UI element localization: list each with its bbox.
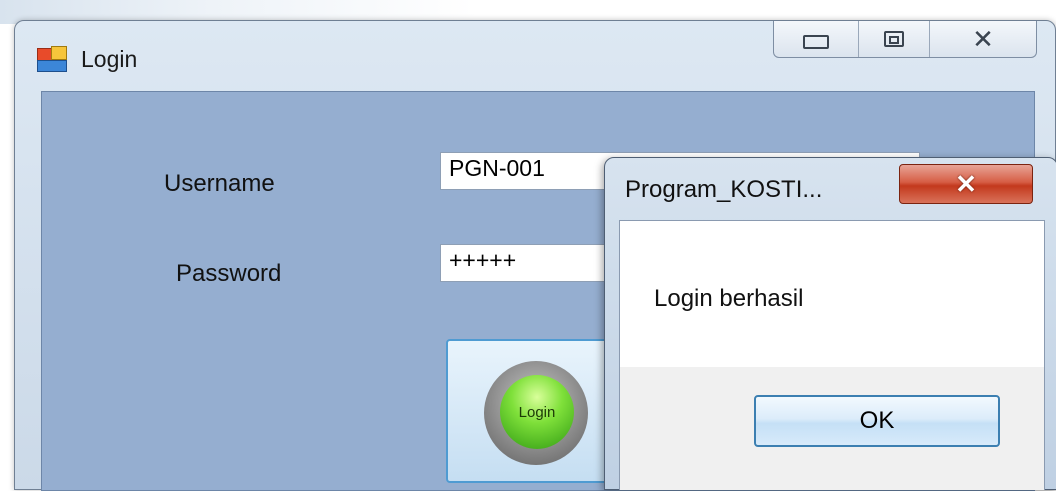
window-caption-buttons: ✕ — [773, 21, 1037, 58]
message-box: Program_KOSTI... ✕ Login berhasil OK — [604, 157, 1056, 490]
minimize-icon — [803, 35, 829, 49]
message-box-footer: OK — [620, 367, 1044, 490]
login-window-title: Login — [81, 45, 138, 72]
login-button-label: Login — [518, 403, 556, 421]
message-box-title: Program_KOSTI... — [625, 176, 823, 203]
restore-icon — [884, 31, 904, 47]
close-icon: ✕ — [955, 168, 977, 199]
maximize-button[interactable] — [858, 21, 929, 57]
close-button[interactable]: ✕ — [929, 21, 1036, 57]
password-label: Password — [176, 260, 282, 287]
message-box-body: Login berhasil OK — [619, 220, 1045, 490]
login-window-title-bar: Login — [37, 39, 337, 79]
minimize-button[interactable] — [774, 21, 858, 57]
app-icon — [37, 46, 67, 72]
message-text: Login berhasil — [654, 285, 804, 312]
close-icon: ✕ — [972, 24, 994, 54]
message-box-close-button[interactable]: ✕ — [899, 164, 1033, 204]
username-label: Username — [164, 170, 275, 197]
login-orb: Login — [500, 375, 574, 449]
ok-button[interactable]: OK — [754, 395, 1000, 447]
